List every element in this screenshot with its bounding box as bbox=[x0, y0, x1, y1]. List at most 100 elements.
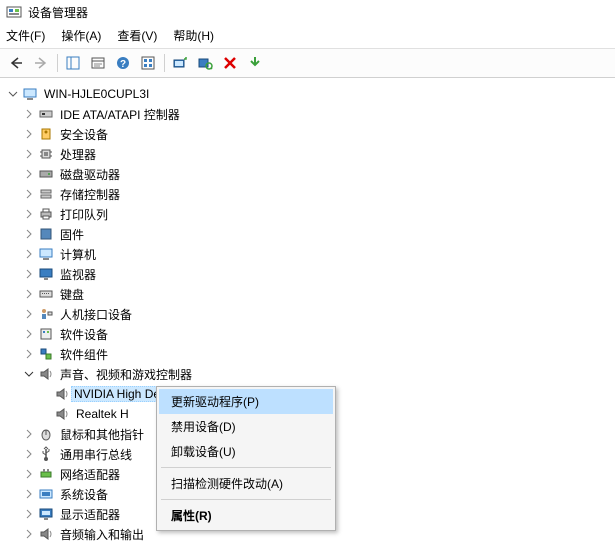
tree-root[interactable]: WIN-HJLE0CUPL3I bbox=[6, 84, 615, 104]
tree-item-disk[interactable]: 磁盘驱动器 bbox=[6, 164, 615, 184]
tree-item-ide[interactable]: IDE ATA/ATAPI 控制器 bbox=[6, 104, 615, 124]
expand-icon[interactable] bbox=[22, 427, 36, 441]
collapse-icon[interactable] bbox=[22, 367, 36, 381]
expand-icon[interactable] bbox=[22, 207, 36, 221]
tree-item-sound[interactable]: 声音、视频和游戏控制器 bbox=[6, 364, 615, 384]
tree-item-label: 软件组件 bbox=[60, 348, 108, 362]
expand-icon[interactable] bbox=[22, 147, 36, 161]
help-button[interactable]: ? bbox=[111, 52, 135, 74]
tree-item-security[interactable]: 安全设备 bbox=[6, 124, 615, 144]
update-driver-button[interactable] bbox=[168, 52, 192, 74]
title-bar: 设备管理器 bbox=[0, 0, 615, 25]
expand-icon[interactable] bbox=[22, 167, 36, 181]
cpu-icon bbox=[38, 146, 54, 162]
hid-icon bbox=[38, 306, 54, 322]
properties-button[interactable] bbox=[86, 52, 110, 74]
expand-icon[interactable] bbox=[22, 347, 36, 361]
tree-item-label: 键盘 bbox=[60, 288, 84, 302]
storage-icon bbox=[38, 186, 54, 202]
network-icon bbox=[38, 466, 54, 482]
tree-item-label: 处理器 bbox=[60, 148, 96, 162]
tree-item-label: 安全设备 bbox=[60, 128, 108, 142]
tree-item-printq[interactable]: 打印队列 bbox=[6, 204, 615, 224]
view-button[interactable] bbox=[136, 52, 160, 74]
tree-item-label: 打印队列 bbox=[60, 208, 108, 222]
show-hide-tree-button[interactable] bbox=[61, 52, 85, 74]
ctx-separator bbox=[161, 499, 331, 500]
expand-icon[interactable] bbox=[22, 127, 36, 141]
expand-icon[interactable] bbox=[22, 287, 36, 301]
tree-item-label: 网络适配器 bbox=[60, 468, 120, 482]
speaker-icon bbox=[54, 406, 70, 422]
ctx-disable-device[interactable]: 禁用设备(D) bbox=[159, 414, 333, 439]
menu-file[interactable]: 文件(F) bbox=[6, 27, 45, 44]
tree-root-label: WIN-HJLE0CUPL3I bbox=[44, 87, 149, 101]
svg-text:?: ? bbox=[120, 59, 126, 70]
monitor-icon bbox=[38, 266, 54, 282]
expand-icon[interactable] bbox=[22, 447, 36, 461]
tree-item-keyboard[interactable]: 键盘 bbox=[6, 284, 615, 304]
toolbar-separator bbox=[57, 54, 58, 72]
expand-icon[interactable] bbox=[22, 327, 36, 341]
disk-icon bbox=[38, 166, 54, 182]
tree-item-label: 固件 bbox=[60, 228, 84, 242]
nav-forward-button[interactable] bbox=[29, 52, 53, 74]
tree-item-label: 声音、视频和游戏控制器 bbox=[60, 368, 192, 382]
tree-item-software-devices[interactable]: 软件设备 bbox=[6, 324, 615, 344]
ctx-scan-hardware[interactable]: 扫描检测硬件改动(A) bbox=[159, 471, 333, 496]
menu-view[interactable]: 查看(V) bbox=[117, 27, 157, 44]
disable-button[interactable] bbox=[243, 52, 267, 74]
tree-item-label: 计算机 bbox=[60, 248, 96, 262]
tree-item-label: 监视器 bbox=[60, 268, 96, 282]
security-icon bbox=[38, 126, 54, 142]
expand-icon[interactable] bbox=[22, 227, 36, 241]
scan-hardware-button[interactable] bbox=[193, 52, 217, 74]
tree-item-storage[interactable]: 存储控制器 bbox=[6, 184, 615, 204]
tree-item-computer[interactable]: 计算机 bbox=[6, 244, 615, 264]
expand-icon[interactable] bbox=[22, 507, 36, 521]
tree-item-label: 显示适配器 bbox=[60, 508, 120, 522]
ctx-uninstall-device[interactable]: 卸载设备(U) bbox=[159, 439, 333, 464]
component-icon bbox=[38, 346, 54, 362]
tree-item-label: 鼠标和其他指针 bbox=[60, 428, 144, 442]
tree-item-monitor[interactable]: 监视器 bbox=[6, 264, 615, 284]
software-icon bbox=[38, 326, 54, 342]
expand-icon[interactable] bbox=[22, 107, 36, 121]
toolbar-separator bbox=[164, 54, 165, 72]
window-title: 设备管理器 bbox=[28, 4, 88, 21]
ctx-separator bbox=[161, 467, 331, 468]
expand-icon[interactable] bbox=[22, 487, 36, 501]
speaker-icon bbox=[38, 366, 54, 382]
tree-item-software-components[interactable]: 软件组件 bbox=[6, 344, 615, 364]
collapse-icon[interactable] bbox=[6, 87, 20, 101]
tree-item-label: IDE ATA/ATAPI 控制器 bbox=[60, 108, 180, 122]
expand-icon[interactable] bbox=[22, 187, 36, 201]
expand-icon[interactable] bbox=[22, 467, 36, 481]
tree-item-cpu[interactable]: 处理器 bbox=[6, 144, 615, 164]
menu-help[interactable]: 帮助(H) bbox=[173, 27, 214, 44]
tree-item-label: 音频输入和输出 bbox=[60, 528, 144, 542]
computer-icon bbox=[22, 86, 38, 102]
expand-icon[interactable] bbox=[22, 247, 36, 261]
system-icon bbox=[38, 486, 54, 502]
speaker-icon bbox=[54, 386, 70, 402]
toolbar: ? bbox=[0, 48, 615, 78]
computer-icon bbox=[38, 246, 54, 262]
tree-item-label: 人机接口设备 bbox=[60, 308, 132, 322]
uninstall-button[interactable] bbox=[218, 52, 242, 74]
ctx-update-driver[interactable]: 更新驱动程序(P) bbox=[159, 389, 333, 414]
tree-item-label: 磁盘驱动器 bbox=[60, 168, 120, 182]
tree-item-firmware[interactable]: 固件 bbox=[6, 224, 615, 244]
keyboard-icon bbox=[38, 286, 54, 302]
tree-item-label: 软件设备 bbox=[60, 328, 108, 342]
nav-back-button[interactable] bbox=[4, 52, 28, 74]
menu-action[interactable]: 操作(A) bbox=[61, 27, 101, 44]
expand-icon[interactable] bbox=[22, 527, 36, 541]
ctx-properties[interactable]: 属性(R) bbox=[159, 503, 333, 528]
audio-io-icon bbox=[38, 526, 54, 542]
device-tree[interactable]: WIN-HJLE0CUPL3I IDE ATA/ATAPI 控制器 安全设备 处… bbox=[0, 78, 615, 544]
expand-icon[interactable] bbox=[22, 267, 36, 281]
tree-item-hid[interactable]: 人机接口设备 bbox=[6, 304, 615, 324]
context-menu: 更新驱动程序(P) 禁用设备(D) 卸载设备(U) 扫描检测硬件改动(A) 属性… bbox=[156, 386, 336, 531]
expand-icon[interactable] bbox=[22, 307, 36, 321]
